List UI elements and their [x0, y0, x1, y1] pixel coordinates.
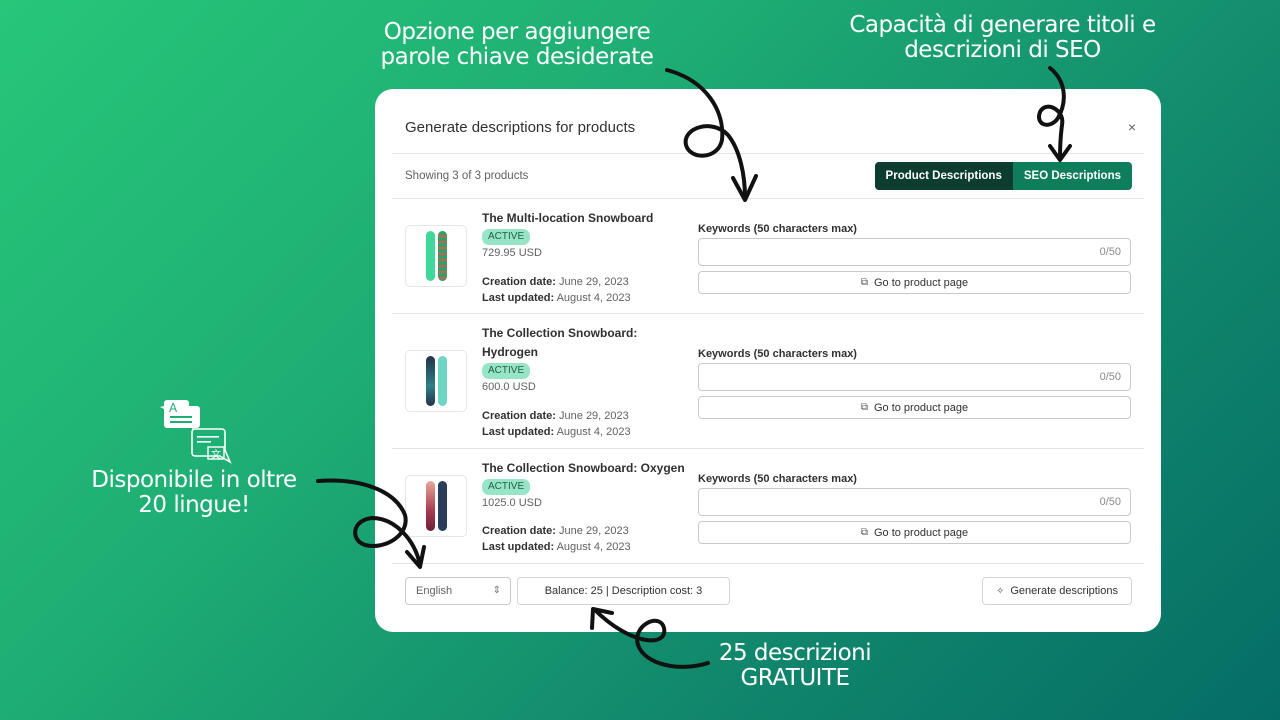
product-name: The Collection Snowboard: Hydrogen: [482, 326, 638, 359]
keywords-label: Keywords (50 characters max): [698, 473, 857, 485]
go-to-product-page-button[interactable]: ⧉ Go to product page: [698, 396, 1131, 419]
product-dates: Creation date: June 29, 2023 Last update…: [482, 274, 631, 306]
product-thumbnail: [405, 350, 467, 412]
snowboard-image: [425, 481, 435, 531]
character-count: 0/50: [1099, 371, 1121, 383]
snowboard-image: [437, 231, 447, 281]
keywords-input[interactable]: [699, 489, 1130, 515]
product-price: 1025.0 USD: [482, 497, 542, 509]
generate-descriptions-label: Generate descriptions: [1010, 585, 1118, 597]
external-link-icon: ⧉: [860, 277, 868, 288]
go-to-product-page-button[interactable]: ⧉ Go to product page: [698, 271, 1131, 294]
product-row: The Collection Snowboard: Oxygen ACTIVE …: [392, 449, 1144, 564]
product-thumbnail: [405, 475, 467, 537]
external-link-icon: ⧉: [860, 402, 868, 413]
product-row: The Collection Snowboard: Hydrogen ACTIV…: [392, 314, 1144, 449]
product-thumbnail: [405, 225, 467, 287]
external-link-icon: ⧉: [860, 527, 868, 538]
snowboard-image: [437, 356, 447, 406]
product-price: 600.0 USD: [482, 381, 536, 393]
select-arrows-icon: ⇕: [492, 585, 501, 596]
product-row: The Multi-location Snowboard ACTIVE 729.…: [392, 199, 1144, 314]
keywords-section: Keywords (50 characters max) 0/50 ⧉ Go t…: [698, 473, 1131, 544]
character-count: 0/50: [1099, 246, 1121, 258]
snowboard-image: [425, 231, 435, 281]
product-info: The Collection Snowboard: Hydrogen ACTIV…: [482, 324, 682, 438]
keywords-field: 0/50: [698, 238, 1131, 266]
svg-text:A: A: [169, 401, 178, 415]
last-updated-label: Last updated:: [482, 292, 555, 304]
creation-date-label: Creation date:: [482, 410, 556, 422]
go-to-product-page-button[interactable]: ⧉ Go to product page: [698, 521, 1131, 544]
language-select[interactable]: English ⇕: [405, 577, 511, 605]
showing-count: Showing 3 of 3 products: [405, 170, 529, 182]
go-to-product-page-label: Go to product page: [873, 526, 969, 539]
keywords-label: Keywords (50 characters max): [698, 348, 857, 360]
callout-free-descriptions: 25 descrizioni GRATUITE: [718, 640, 872, 691]
creation-date: June 29, 2023: [559, 276, 629, 288]
creation-date-label: Creation date:: [482, 276, 556, 288]
product-price: 729.95 USD: [482, 247, 542, 259]
toolbar: Showing 3 of 3 products Product Descript…: [392, 154, 1144, 199]
snowboard-image: [425, 356, 435, 406]
go-to-product-page-label: Go to product page: [873, 401, 969, 414]
status-badge: ACTIVE: [482, 363, 531, 379]
status-badge: ACTIVE: [482, 229, 531, 245]
keywords-input[interactable]: [699, 364, 1130, 390]
go-to-product-page-label: Go to product page: [873, 276, 969, 289]
language-value: English: [416, 585, 453, 597]
product-name: The Collection Snowboard: Oxygen: [482, 461, 685, 475]
close-icon[interactable]: ×: [1128, 119, 1136, 135]
keywords-section: Keywords (50 characters max) 0/50 ⧉ Go t…: [698, 223, 1131, 294]
callout-seo: Capacità di generare titoli e descrizion…: [849, 12, 1156, 63]
generate-descriptions-button[interactable]: ✧ Generate descriptions: [982, 577, 1132, 605]
callout-keywords: Opzione per aggiungere parole chiave des…: [380, 19, 654, 70]
product-info: The Collection Snowboard: Oxygen ACTIVE …: [482, 459, 685, 553]
callout-languages: Disponibile in oltre 20 lingue!: [91, 467, 297, 518]
modal-header: Generate descriptions for products ×: [392, 89, 1144, 154]
product-dates: Creation date: June 29, 2023 Last update…: [482, 523, 631, 555]
tab-product-descriptions[interactable]: Product Descriptions: [874, 162, 1013, 190]
keywords-field: 0/50: [698, 488, 1131, 516]
last-updated-date: August 4, 2023: [556, 541, 631, 553]
keywords-field: 0/50: [698, 363, 1131, 391]
character-count: 0/50: [1099, 496, 1121, 508]
keywords-input[interactable]: [699, 239, 1130, 265]
last-updated-date: August 4, 2023: [556, 292, 631, 304]
sparkle-icon: ✧: [995, 585, 1005, 597]
last-updated-label: Last updated:: [482, 541, 555, 553]
snowboard-image: [437, 481, 447, 531]
status-badge: ACTIVE: [482, 479, 531, 495]
product-dates: Creation date: June 29, 2023 Last update…: [482, 408, 631, 440]
keywords-label: Keywords (50 characters max): [698, 223, 857, 235]
creation-date-label: Creation date:: [482, 525, 556, 537]
translate-icon: A 文: [160, 400, 232, 464]
tab-seo-descriptions[interactable]: SEO Descriptions: [1012, 162, 1132, 190]
modal-title: Generate descriptions for products: [405, 119, 636, 136]
keywords-section: Keywords (50 characters max) 0/50 ⧉ Go t…: [698, 348, 1131, 419]
last-updated-label: Last updated:: [482, 426, 555, 438]
modal-footer: English ⇕ Balance: 25 | Description cost…: [392, 576, 1144, 606]
svg-text:文: 文: [211, 448, 221, 461]
product-info: The Multi-location Snowboard ACTIVE 729.…: [482, 209, 682, 304]
creation-date: June 29, 2023: [559, 525, 629, 537]
last-updated-date: August 4, 2023: [556, 426, 631, 438]
product-name: The Multi-location Snowboard: [482, 211, 654, 225]
balance-display: Balance: 25 | Description cost: 3: [517, 577, 730, 605]
description-type-toggle: Product Descriptions SEO Descriptions: [874, 162, 1132, 190]
creation-date: June 29, 2023: [559, 410, 629, 422]
generate-descriptions-modal: Generate descriptions for products × Sho…: [375, 89, 1161, 632]
